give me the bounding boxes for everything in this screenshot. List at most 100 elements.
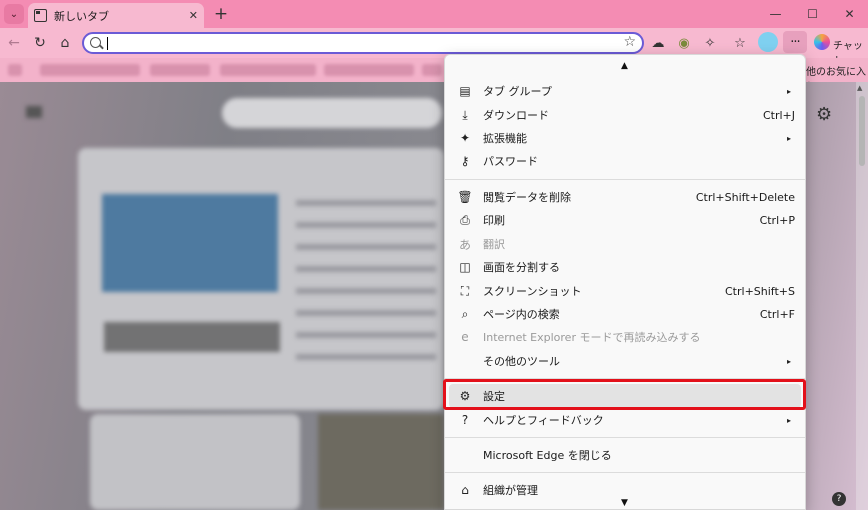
submenu-arrow-icon: ▸ (786, 133, 791, 143)
menu-item-settings[interactable]: ⚙ 設定 (449, 384, 801, 408)
home-button[interactable]: ⌂ (55, 33, 75, 53)
menu-item-label: タブ グループ (483, 85, 552, 98)
gear-icon: ⚙ (459, 389, 471, 403)
new-tab-button[interactable]: + (210, 3, 232, 25)
menu-item-more-tools[interactable]: その他のツール ▸ (449, 349, 801, 373)
menu-item-shortcut: Ctrl+P (759, 213, 795, 227)
new-tab-favicon-icon (34, 9, 47, 22)
menu-item-passwords[interactable]: ⚷ パスワード (449, 149, 801, 173)
menu-item-label: スクリーンショット (483, 285, 582, 298)
screenshot-icon: ⛶ (460, 283, 470, 298)
home-icon: ⌂ (60, 35, 70, 51)
menu-item-tab-groups[interactable]: ▤ タブ グループ ▸ (449, 79, 801, 103)
menu-item-label: 拡張機能 (483, 132, 527, 145)
submenu-arrow-icon: ▸ (786, 415, 791, 425)
scroll-up-arrow-icon[interactable]: ▲ (857, 84, 862, 92)
menu-scroll-down-icon[interactable]: ▼ (621, 498, 628, 508)
text-caret (107, 37, 108, 50)
news-image-map (102, 194, 278, 292)
submenu-arrow-icon: ▸ (786, 356, 791, 366)
window-controls: — ☐ ✕ (757, 0, 868, 28)
menu-item-screenshot[interactable]: ⛶ スクリーンショット Ctrl+Shift+S (449, 279, 801, 303)
menu-scroll-up-icon[interactable]: ▲ (621, 61, 628, 71)
trash-icon: 🗑 (457, 190, 473, 204)
find-icon: ⌕ (461, 306, 469, 321)
news-headline (104, 322, 280, 352)
browser-essentials-button[interactable]: ☁ (648, 33, 668, 53)
internet-explorer-icon: e (461, 330, 469, 344)
menu-item-downloads[interactable]: ⤓ ダウンロード Ctrl+J (449, 103, 801, 127)
settings-and-more-menu: ▲ ▤ タブ グループ ▸ ⤓ ダウンロード Ctrl+J ✦ 拡張機能 ▸ ⚷… (444, 54, 806, 510)
menu-item-help-and-feedback[interactable]: ? ヘルプとフィードバック ▸ (449, 408, 801, 432)
page-search-box (222, 98, 442, 128)
bookmark-item[interactable] (8, 64, 22, 76)
menu-item-translate: あ 翻訳 (449, 232, 801, 256)
minimize-button[interactable]: — (757, 0, 794, 28)
menu-item-extensions[interactable]: ✦ 拡張機能 ▸ (449, 126, 801, 150)
extension-badge-icon: ◉ (678, 35, 690, 51)
chevron-down-icon: ⌄ (9, 8, 19, 20)
menu-item-shortcut: Ctrl+J (762, 108, 795, 122)
menu-separator (445, 378, 805, 379)
news-list-card (90, 414, 300, 510)
add-favorite-star-icon[interactable]: ☆ (623, 34, 636, 50)
maximize-button[interactable]: ☐ (794, 0, 831, 28)
extension-button[interactable]: ◉ (674, 33, 694, 53)
search-icon (90, 37, 101, 48)
settings-and-more-button[interactable]: ··· (783, 31, 807, 53)
help-circle-icon: ? (461, 413, 469, 427)
news-photo (318, 414, 444, 510)
page-settings-gear-icon[interactable]: ⚙ (816, 104, 832, 125)
profile-avatar[interactable] (758, 32, 778, 52)
printer-icon: ⎙ (460, 212, 470, 227)
extensions-button[interactable]: ✧ (700, 33, 720, 53)
tab-groups-icon: ▤ (459, 84, 471, 98)
page-help-icon[interactable]: ? (832, 492, 846, 506)
download-icon: ⤓ (462, 107, 468, 122)
favorites-button[interactable]: ☆ (730, 33, 750, 53)
menu-item-label: 閲覧データを削除 (483, 191, 571, 204)
key-icon: ⚷ (460, 154, 470, 168)
bookmark-item[interactable] (40, 64, 140, 76)
tab-new-tab[interactable]: 新しいタブ ✕ (28, 3, 204, 28)
copilot-icon[interactable] (814, 34, 830, 50)
menu-item-label: 設定 (483, 390, 505, 403)
menu-item-label: パスワード (483, 155, 538, 168)
cloud-icon: ☁ (651, 35, 665, 51)
refresh-button[interactable]: ↻ (30, 33, 50, 53)
building-icon: ⌂ (461, 483, 469, 497)
menu-separator (445, 472, 805, 473)
bookmark-item[interactable] (324, 64, 414, 76)
scroll-thumb[interactable] (859, 96, 865, 166)
tab-title: 新しいタブ (54, 9, 109, 23)
refresh-icon: ↻ (34, 35, 46, 51)
menu-item-label: 翻訳 (483, 238, 505, 251)
menu-separator (445, 179, 805, 180)
tab-close-icon[interactable]: ✕ (189, 9, 198, 22)
menu-separator (445, 437, 805, 438)
puzzle-icon: ✧ (704, 35, 716, 51)
menu-icon (26, 106, 42, 118)
menu-item-shortcut: Ctrl+Shift+Delete (695, 190, 795, 204)
menu-item-find-on-page[interactable]: ⌕ ページ内の検索 Ctrl+F (449, 302, 801, 326)
bookmark-item[interactable] (220, 64, 316, 76)
back-button[interactable]: ← (4, 33, 24, 53)
translate-icon: あ (458, 237, 471, 252)
tab-actions-button[interactable]: ⌄ (4, 4, 24, 24)
address-bar[interactable]: ☆ (82, 32, 644, 54)
bookmark-item[interactable] (150, 64, 210, 76)
menu-item-label: その他のツール (483, 355, 560, 368)
menu-item-split-screen[interactable]: ◫ 画面を分割する (449, 255, 801, 279)
close-window-button[interactable]: ✕ (831, 0, 868, 28)
menu-item-print[interactable]: ⎙ 印刷 Ctrl+P (449, 208, 801, 232)
more-dots-icon: ··· (790, 34, 800, 50)
split-screen-icon: ◫ (459, 260, 471, 274)
address-input[interactable] (110, 35, 610, 51)
menu-item-label: 画面を分割する (483, 261, 560, 274)
menu-item-label: Microsoft Edge を閉じる (483, 449, 612, 462)
bookmark-item[interactable] (422, 64, 442, 76)
menu-item-clear-browsing-data[interactable]: 🗑 閲覧データを削除 Ctrl+Shift+Delete (449, 185, 801, 209)
menu-item-label: Internet Explorer モードで再読み込みする (483, 331, 701, 344)
menu-item-close-edge[interactable]: Microsoft Edge を閉じる (449, 443, 801, 467)
menu-item-label: ページ内の検索 (483, 308, 560, 321)
